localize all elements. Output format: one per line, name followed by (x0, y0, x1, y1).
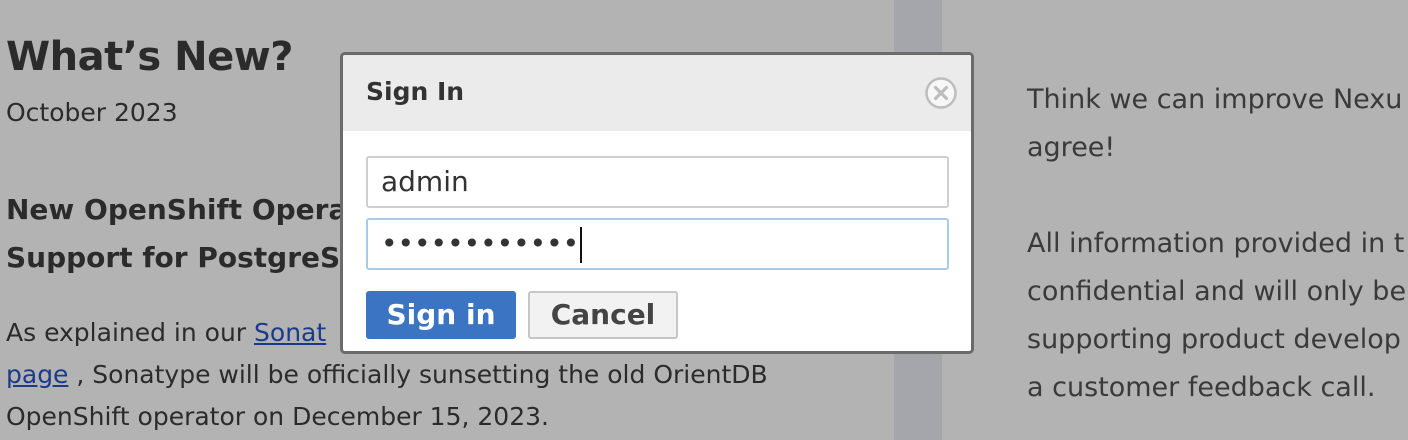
username-value: admin (381, 165, 469, 198)
news-heading-line-2: Support for PostgreS (6, 241, 341, 274)
feedback-intro-line-2: agree! (1027, 132, 1116, 163)
feedback-line-1: All information provided in t (1027, 228, 1405, 259)
dialog-header: Sign In (343, 55, 971, 131)
news-heading-line-1: New OpenShift Opera (6, 193, 341, 226)
news-body-line-2: , Sonatype will be officially sunsetting… (68, 360, 768, 389)
feedback-panel: Think we can improve Nexu agree! All inf… (942, 0, 1408, 440)
password-value: •••••••••••• (381, 227, 580, 260)
news-title: What’s New? (6, 34, 293, 80)
feedback-line-2: confidential and will only be (1027, 276, 1407, 307)
page-link[interactable]: page (6, 360, 68, 389)
feedback-line-3: supporting product develop (1027, 324, 1401, 355)
text-cursor (580, 227, 583, 263)
username-field[interactable]: admin (366, 156, 949, 208)
feedback-confidential: All information provided in t confidenti… (1027, 220, 1408, 412)
feedback-line-4: a customer feedback call. (1027, 372, 1376, 403)
cancel-button[interactable]: Cancel (528, 291, 678, 339)
news-body-line-1: As explained in our Sonat (6, 312, 341, 354)
sign-in-dialog: Sign In admin •••••••••••• Sign in Cance… (340, 52, 974, 354)
news-heading: New OpenShift Opera Support for PostgreS (6, 186, 341, 276)
sign-in-button[interactable]: Sign in (366, 291, 516, 339)
news-date: October 2023 (6, 98, 178, 127)
sonatype-link[interactable]: Sonat (254, 318, 326, 347)
password-field[interactable]: •••••••••••• (366, 218, 949, 270)
feedback-intro-line-1: Think we can improve Nexu (1027, 84, 1403, 115)
news-body-prefix: As explained in our (6, 318, 255, 347)
close-icon[interactable] (925, 77, 957, 109)
dialog-title: Sign In (366, 77, 465, 106)
news-body-line-3: OpenShift operator on December 15, 2023. (6, 402, 549, 431)
feedback-intro: Think we can improve Nexu agree! (1027, 76, 1408, 172)
